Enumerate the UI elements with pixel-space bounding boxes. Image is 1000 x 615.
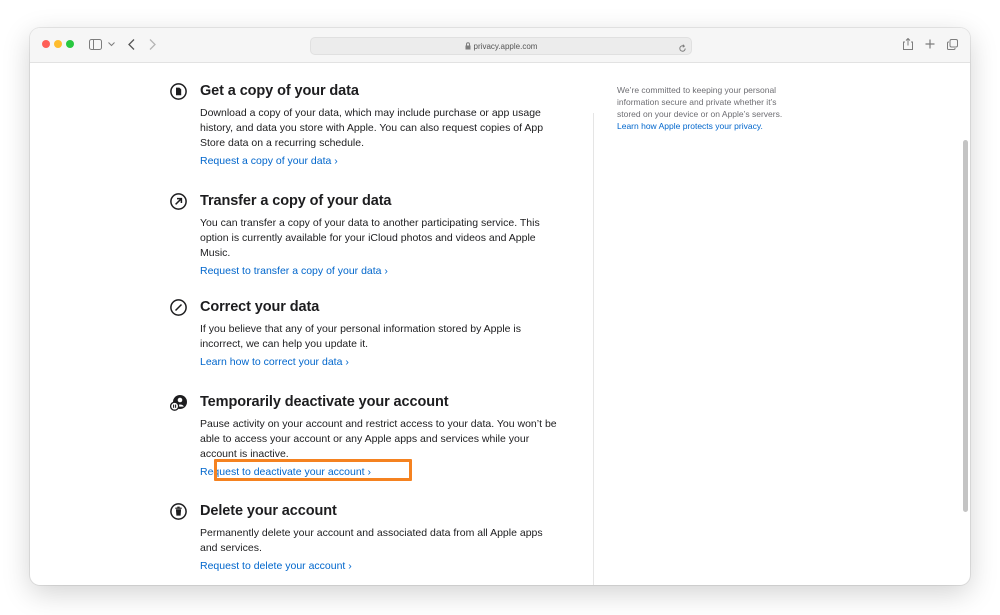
tab-overview-icon[interactable]	[946, 36, 958, 52]
document-icon	[170, 83, 187, 100]
section-description: If you believe that any of your personal…	[200, 322, 560, 352]
share-icon[interactable]	[902, 36, 914, 52]
request-copy-link[interactable]: Request a copy of your data ›	[200, 154, 338, 169]
section-get-copy: Get a copy of your data Download a copy …	[200, 82, 560, 169]
reload-icon[interactable]	[678, 40, 687, 58]
browser-window: privacy.apple.com Get a copy of your dat…	[30, 28, 970, 585]
minimize-window-button[interactable]	[54, 40, 62, 48]
section-title: Temporarily deactivate your account	[200, 393, 560, 411]
request-delete-link[interactable]: Request to delete your account ›	[200, 559, 352, 574]
correct-data-link[interactable]: Learn how to correct your data ›	[200, 355, 349, 370]
new-tab-icon[interactable]	[924, 36, 936, 52]
chevron-down-icon[interactable]	[106, 36, 116, 52]
page-content: Get a copy of your data Download a copy …	[30, 63, 970, 585]
privacy-protection-link[interactable]: Learn how Apple protects your privacy.	[617, 121, 763, 131]
aside-text: We’re committed to keeping your personal…	[617, 85, 782, 119]
section-correct-data: Correct your data If you believe that an…	[200, 298, 560, 370]
section-title: Transfer a copy of your data	[200, 192, 560, 210]
close-window-button[interactable]	[42, 40, 50, 48]
maximize-window-button[interactable]	[66, 40, 74, 48]
column-divider	[593, 113, 594, 585]
person-pause-icon	[170, 394, 187, 411]
sidebar-toggle-icon[interactable]	[88, 36, 102, 52]
back-icon[interactable]	[126, 36, 136, 52]
slash-circle-icon	[170, 299, 187, 316]
arrow-up-right-icon	[170, 193, 187, 210]
request-transfer-link[interactable]: Request to transfer a copy of your data …	[200, 264, 388, 279]
address-bar[interactable]: privacy.apple.com	[310, 37, 692, 55]
section-description: Download a copy of your data, which may …	[200, 106, 560, 151]
section-description: Pause activity on your account and restr…	[200, 417, 560, 462]
section-description: You can transfer a copy of your data to …	[200, 216, 560, 261]
section-delete-account: Delete your account Permanently delete y…	[200, 502, 560, 574]
browser-toolbar: privacy.apple.com	[30, 28, 970, 63]
forward-icon[interactable]	[147, 36, 157, 52]
highlight-box	[214, 459, 412, 481]
lock-icon	[465, 42, 471, 50]
section-title: Get a copy of your data	[200, 82, 560, 100]
section-title: Delete your account	[200, 502, 560, 520]
section-transfer-copy: Transfer a copy of your data You can tra…	[200, 192, 560, 279]
privacy-aside: We’re committed to keeping your personal…	[617, 84, 797, 132]
section-title: Correct your data	[200, 298, 560, 316]
scrollbar-thumb[interactable]	[963, 140, 968, 512]
trash-icon	[170, 503, 187, 520]
url-text: privacy.apple.com	[474, 42, 538, 51]
section-description: Permanently delete your account and asso…	[200, 526, 560, 556]
